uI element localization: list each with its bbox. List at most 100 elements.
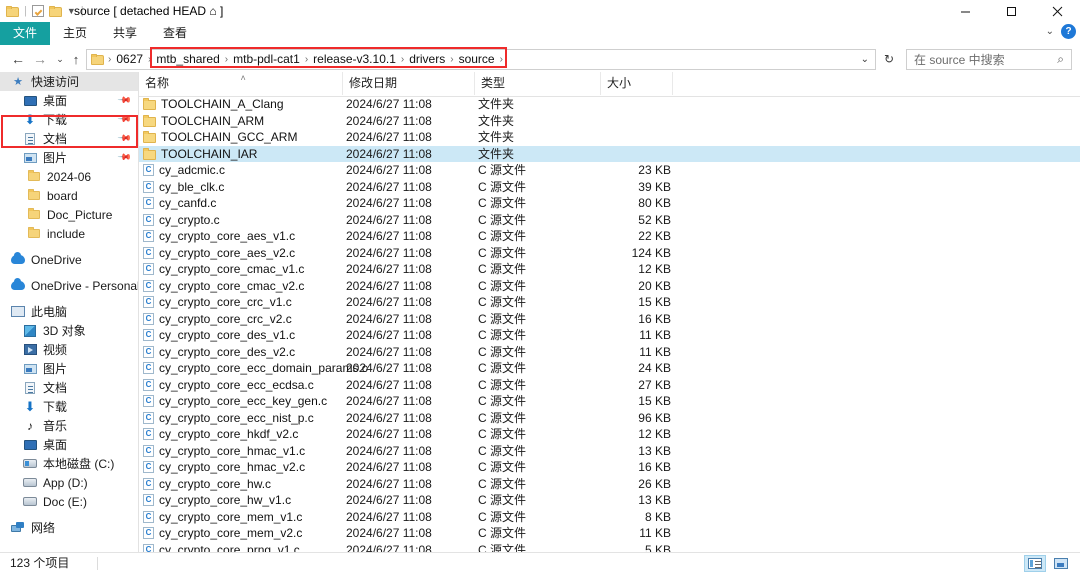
file-name-label: cy_crypto_core_hw.c xyxy=(159,477,271,491)
details-view-button[interactable] xyxy=(1024,555,1046,572)
table-row[interactable]: cy_crypto_core_hw_v1.c2024/6/27 11:08C 源… xyxy=(139,492,1080,509)
table-row[interactable]: cy_adcmic.c2024/6/27 11:08C 源文件23 KB xyxy=(139,162,1080,179)
table-row[interactable]: cy_crypto_core_crc_v1.c2024/6/27 11:08C … xyxy=(139,294,1080,311)
table-row[interactable]: cy_crypto_core_cmac_v1.c2024/6/27 11:08C… xyxy=(139,261,1080,278)
sidebar-item-2024-06[interactable]: 2024-06 xyxy=(0,167,138,186)
sidebar-item-label: 桌面 xyxy=(43,92,67,109)
pin-icon[interactable]: 📌 xyxy=(117,150,133,166)
column-header-name[interactable]: ˄ 名称 xyxy=(139,72,343,95)
table-row[interactable]: TOOLCHAIN_ARM2024/6/27 11:08文件夹 xyxy=(139,113,1080,130)
folder-icon[interactable] xyxy=(6,6,19,17)
column-header-date[interactable]: 修改日期 xyxy=(343,72,475,95)
table-row[interactable]: TOOLCHAIN_IAR2024/6/27 11:08文件夹 xyxy=(139,146,1080,163)
sidebar-item-documents[interactable]: 文档 📌 xyxy=(0,129,138,148)
table-row[interactable]: cy_crypto_core_hkdf_v2.c2024/6/27 11:08C… xyxy=(139,426,1080,443)
sidebar-item-app-d[interactable]: App (D:) xyxy=(0,473,138,492)
sidebar-item-music[interactable]: ♪ 音乐 xyxy=(0,416,138,435)
table-row[interactable]: cy_crypto_core_crc_v2.c2024/6/27 11:08C … xyxy=(139,311,1080,328)
breadcrumb-item-drivers[interactable]: drivers xyxy=(406,50,448,69)
table-row[interactable]: TOOLCHAIN_A_Clang2024/6/27 11:08文件夹 xyxy=(139,96,1080,113)
table-row[interactable]: cy_crypto_core_des_v1.c2024/6/27 11:08C … xyxy=(139,327,1080,344)
pin-icon[interactable]: 📌 xyxy=(117,131,133,147)
chevron-down-icon[interactable]: ⌄ xyxy=(1046,26,1054,37)
sidebar-item-label: 图片 xyxy=(43,360,67,377)
file-name-cell: cy_crypto.c xyxy=(143,212,220,229)
sidebar-item-downloads[interactable]: ⬇ 下载 📌 xyxy=(0,110,138,129)
table-row[interactable]: cy_crypto_core_aes_v2.c2024/6/27 11:08C … xyxy=(139,245,1080,262)
search-input[interactable]: 在 source 中搜索 ⌕ xyxy=(906,49,1072,70)
table-row[interactable]: TOOLCHAIN_GCC_ARM2024/6/27 11:08文件夹 xyxy=(139,129,1080,146)
sidebar-item-label: 2024-06 xyxy=(47,170,91,184)
breadcrumb-item-mtb-shared[interactable]: mtb_shared xyxy=(153,50,222,69)
drive-icon xyxy=(22,475,38,491)
minimize-button[interactable] xyxy=(942,0,988,22)
breadcrumb-dropdown-icon[interactable]: ⌄ xyxy=(855,54,875,65)
pin-icon[interactable]: 📌 xyxy=(117,112,133,128)
table-row[interactable]: cy_crypto_core_hmac_v1.c2024/6/27 11:08C… xyxy=(139,443,1080,460)
tab-home[interactable]: 主页 xyxy=(50,22,100,45)
table-row[interactable]: cy_canfd.c2024/6/27 11:08C 源文件80 KB xyxy=(139,195,1080,212)
sidebar-item-videos[interactable]: 视频 xyxy=(0,340,138,359)
sidebar-item-doc-e[interactable]: Doc (E:) xyxy=(0,492,138,511)
file-name-cell: TOOLCHAIN_A_Clang xyxy=(143,96,284,113)
table-row[interactable]: cy_crypto_core_ecc_nist_p.c2024/6/27 11:… xyxy=(139,410,1080,427)
tab-view[interactable]: 查看 xyxy=(150,22,200,45)
up-button[interactable]: ↑ xyxy=(66,46,86,72)
tab-share[interactable]: 共享 xyxy=(100,22,150,45)
sidebar-item-documents-pc[interactable]: 文档 xyxy=(0,378,138,397)
tab-file[interactable]: 文件 xyxy=(0,22,50,45)
folder-icon xyxy=(143,98,156,110)
maximize-button[interactable] xyxy=(988,0,1034,22)
close-button[interactable] xyxy=(1034,0,1080,22)
sidebar-item-doc-picture[interactable]: Doc_Picture xyxy=(0,205,138,224)
sidebar-item-board[interactable]: board xyxy=(0,186,138,205)
table-row[interactable]: cy_crypto_core_des_v2.c2024/6/27 11:08C … xyxy=(139,344,1080,361)
sidebar-item-pictures-pc[interactable]: 图片 xyxy=(0,359,138,378)
new-folder-icon[interactable] xyxy=(49,6,62,17)
table-row[interactable]: cy_crypto_core_hw.c2024/6/27 11:08C 源文件2… xyxy=(139,476,1080,493)
sidebar-item-3d-objects[interactable]: 3D 对象 xyxy=(0,321,138,340)
table-row[interactable]: cy_crypto_core_ecc_ecdsa.c2024/6/27 11:0… xyxy=(139,377,1080,394)
help-icon[interactable]: ? xyxy=(1061,24,1076,39)
table-row[interactable]: cy_crypto_core_mem_v2.c2024/6/27 11:08C … xyxy=(139,525,1080,542)
column-header-type[interactable]: 类型 xyxy=(475,72,601,95)
sidebar-item-downloads-pc[interactable]: ⬇ 下载 xyxy=(0,397,138,416)
table-row[interactable]: cy_crypto_core_hmac_v2.c2024/6/27 11:08C… xyxy=(139,459,1080,476)
column-header-size[interactable]: 大小 xyxy=(601,72,673,95)
table-row[interactable]: cy_crypto.c2024/6/27 11:08C 源文件52 KB xyxy=(139,212,1080,229)
c-source-file-icon xyxy=(143,362,154,374)
table-row[interactable]: cy_crypto_core_aes_v1.c2024/6/27 11:08C … xyxy=(139,228,1080,245)
sidebar-item-local-disk-c[interactable]: 本地磁盘 (C:) xyxy=(0,454,138,473)
sidebar-item-desktop[interactable]: 桌面 📌 xyxy=(0,91,138,110)
table-row[interactable]: cy_crypto_core_mem_v1.c2024/6/27 11:08C … xyxy=(139,509,1080,526)
table-row[interactable]: cy_crypto_core_cmac_v2.c2024/6/27 11:08C… xyxy=(139,278,1080,295)
search-icon[interactable]: ⌕ xyxy=(1057,52,1071,67)
pin-icon[interactable]: 📌 xyxy=(117,93,133,109)
file-rows-container[interactable]: TOOLCHAIN_A_Clang2024/6/27 11:08文件夹TOOLC… xyxy=(139,96,1080,552)
table-row[interactable]: cy_crypto_core_prng_v1.c2024/6/27 11:08C… xyxy=(139,542,1080,553)
breadcrumb-item-source[interactable]: source xyxy=(456,50,498,69)
breadcrumb[interactable]: › 0627 › mtb_shared › mtb-pdl-cat1 › rel… xyxy=(86,49,876,70)
refresh-button[interactable]: ↻ xyxy=(884,52,894,66)
sidebar-item-onedrive[interactable]: OneDrive xyxy=(0,250,138,269)
sidebar-item-desktop-pc[interactable]: 桌面 xyxy=(0,435,138,454)
properties-icon[interactable] xyxy=(32,5,44,17)
table-row[interactable]: cy_crypto_core_ecc_key_gen.c2024/6/27 11… xyxy=(139,393,1080,410)
sidebar-spacer xyxy=(0,511,138,518)
large-icons-view-button[interactable] xyxy=(1050,555,1072,572)
breadcrumb-item-0627[interactable]: 0627 xyxy=(113,50,146,69)
breadcrumb-item-release[interactable]: release-v3.10.1 xyxy=(310,50,399,69)
sidebar-item-pictures[interactable]: 图片 📌 xyxy=(0,148,138,167)
forward-button[interactable]: → xyxy=(30,46,50,72)
sidebar-item-onedrive-personal[interactable]: OneDrive - Personal xyxy=(0,276,138,295)
table-row[interactable]: cy_crypto_core_ecc_domain_params.c2024/6… xyxy=(139,360,1080,377)
table-row[interactable]: cy_ble_clk.c2024/6/27 11:08C 源文件39 KB xyxy=(139,179,1080,196)
3d-objects-icon xyxy=(22,323,38,339)
c-source-file-icon xyxy=(143,428,154,440)
navigation-pane[interactable]: ★ 快速访问 桌面 📌 ⬇ 下载 📌 文档 📌 图片 📌 xyxy=(0,72,138,552)
back-button[interactable]: ← xyxy=(8,46,28,72)
sidebar-item-this-pc[interactable]: 此电脑 xyxy=(0,302,138,321)
sidebar-item-include[interactable]: include xyxy=(0,224,138,243)
sidebar-item-network[interactable]: 网络 xyxy=(0,518,138,537)
sidebar-item-quick-access[interactable]: ★ 快速访问 xyxy=(0,72,138,91)
